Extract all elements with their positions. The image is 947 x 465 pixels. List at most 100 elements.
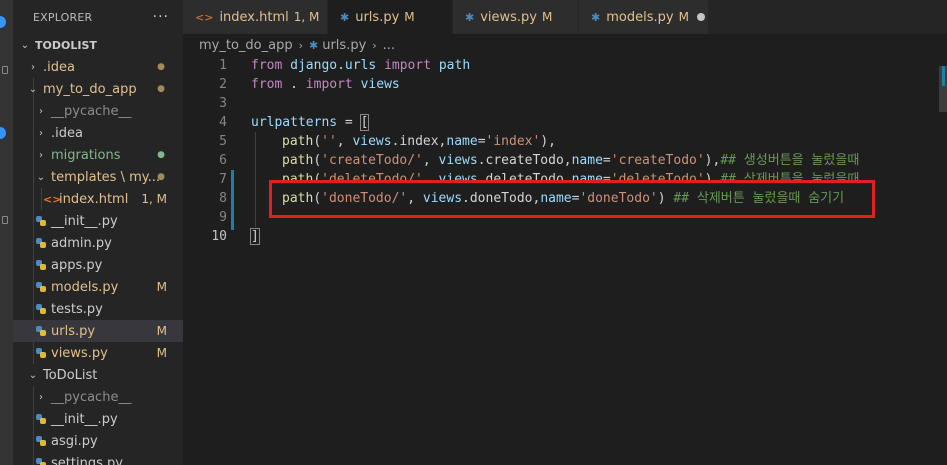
chevron-down-icon: ⌄: [36, 171, 46, 183]
tab-modified-badge: M: [678, 10, 689, 24]
sidebar-item[interactable]: › .idea: [13, 122, 183, 144]
tab-modified-badge: M: [542, 10, 553, 24]
sidebar-item[interactable]: › __pycache__: [13, 100, 183, 122]
breadcrumb-file[interactable]: urls.py: [322, 38, 366, 53]
explorer-title: EXPLORER: [33, 10, 93, 24]
sidebar-item-label: asgi.py: [51, 433, 98, 449]
chevron-right-icon: ›: [372, 38, 377, 52]
html-icon: <>: [195, 10, 214, 24]
project-name: TODOLIST: [35, 38, 97, 52]
sidebar-item[interactable]: ⌄ templates \ my... ●: [13, 166, 183, 188]
sidebar-item-label: __pycache__: [51, 389, 132, 405]
sidebar-item[interactable]: tests.py: [13, 298, 183, 320]
sidebar-item-label: .idea: [43, 59, 75, 75]
python-icon: [35, 435, 47, 447]
sidebar-item[interactable]: ⌄ ToDoList: [13, 364, 183, 386]
sidebar-item[interactable]: asgi.py: [13, 430, 183, 452]
sidebar-item-label: index.html: [59, 191, 129, 207]
sidebar-item[interactable]: apps.py: [13, 254, 183, 276]
python-icon: [35, 237, 47, 249]
sidebar-item[interactable]: › __pycache__: [13, 386, 183, 408]
tab-views-py[interactable]: ✱ views.py M: [453, 0, 579, 34]
sidebar-item-label: __pycache__: [51, 103, 132, 119]
sidebar-item[interactable]: ⌄ my_to_do_app ●: [13, 78, 183, 100]
chevron-down-icon: ⌄: [20, 39, 30, 51]
tab-label: views.py: [480, 9, 538, 25]
editor-tabs: <> index.html 1, M ✱ urls.py M ✱ views.p…: [183, 0, 947, 34]
chevron-right-icon: ›: [39, 149, 43, 161]
git-status-badge: M: [156, 346, 167, 360]
indent-guide: [255, 132, 256, 227]
code-line-2: from . import views: [251, 77, 400, 92]
tab-label: index.html: [219, 9, 289, 25]
line-number: 3: [219, 96, 227, 111]
sidebar-item[interactable]: › .idea ●: [13, 56, 183, 78]
code-line-6: path('createTodo/', views.createTodo,nam…: [282, 153, 860, 168]
more-actions-icon[interactable]: ···: [153, 9, 169, 25]
modified-gutter-marker: [231, 170, 234, 230]
python-icon: [35, 259, 47, 271]
code-editor[interactable]: 1 2 3 4 5 6 7 8 9 10 from django.urls import path…: [183, 56, 947, 465]
extensions-icon[interactable]: [2, 216, 8, 224]
sidebar-item[interactable]: settings.py: [13, 452, 183, 465]
git-status-badge: ●: [157, 62, 165, 72]
line-number: 5: [219, 134, 227, 149]
code-line-10: ]: [250, 228, 260, 245]
sidebar-item-label: urls.py: [51, 323, 96, 339]
sidebar-item[interactable]: <> index.html 1, M: [13, 188, 183, 210]
chevron-right-icon: ›: [39, 105, 43, 117]
python-icon: [35, 325, 47, 337]
tab-models-py[interactable]: ✱ models.py M: [579, 0, 709, 34]
git-status-badge: M: [156, 324, 167, 338]
breadcrumb-more[interactable]: ...: [383, 38, 395, 53]
sidebar-item-label: tests.py: [51, 301, 103, 317]
sidebar-item[interactable]: views.py M: [13, 342, 183, 364]
python-icon: ✱: [309, 38, 319, 52]
code-line-5: path('', views.index,name='index'),: [282, 134, 556, 149]
sidebar-item-label: ToDoList: [43, 367, 98, 383]
line-number: 4: [219, 115, 227, 130]
unsaved-dot-icon[interactable]: [696, 13, 705, 21]
tab-urls-py[interactable]: ✱ urls.py M: [328, 0, 453, 34]
chevron-right-icon: ›: [298, 38, 303, 52]
git-status-badge: ●: [157, 150, 165, 160]
notification-dot: [0, 127, 6, 139]
tab-modified-badge: M: [404, 10, 415, 24]
sidebar-item-label: my_to_do_app: [43, 81, 137, 97]
sidebar-item-label: __init__.py: [51, 411, 118, 427]
python-icon: [35, 281, 47, 293]
sidebar-item-label: templates \ my...: [51, 169, 161, 185]
sidebar-item[interactable]: __init__.py: [13, 408, 183, 430]
sidebar-item[interactable]: __init__.py: [13, 210, 183, 232]
sidebar-item[interactable]: admin.py: [13, 232, 183, 254]
sidebar-item[interactable]: urls.py M: [13, 320, 183, 342]
git-status-badge: ●: [157, 84, 165, 94]
sidebar-item[interactable]: › migrations ●: [13, 144, 183, 166]
project-root[interactable]: ⌄ TODOLIST: [13, 34, 183, 56]
activity-bar: [0, 0, 13, 465]
git-status-badge: M: [156, 280, 167, 294]
html-icon: <>: [43, 192, 62, 206]
breadcrumb-folder[interactable]: my_to_do_app: [199, 38, 293, 53]
tab-label: models.py: [606, 9, 674, 25]
line-number: 6: [219, 153, 227, 168]
sidebar-item-label: models.py: [51, 279, 119, 295]
chevron-down-icon: ⌄: [28, 83, 38, 95]
sidebar-item[interactable]: models.py M: [13, 276, 183, 298]
line-number: 8: [219, 191, 227, 206]
explorer-sidebar: EXPLORER ··· ⌄ TODOLIST › .idea ● ⌄ my_to_do…: [13, 0, 183, 465]
chevron-right-icon: ›: [39, 127, 43, 139]
breadcrumb: my_to_do_app › ✱ urls.py › ...: [183, 34, 947, 56]
sidebar-item-label: settings.py: [51, 455, 123, 465]
line-number: 10: [211, 229, 227, 244]
chevron-right-icon: ›: [39, 391, 43, 403]
git-status-badge: 1, M: [141, 192, 167, 206]
line-number: 7: [219, 172, 227, 187]
scrollbar-change-marker: [942, 66, 945, 86]
python-icon: [35, 215, 47, 227]
line-number: 9: [219, 210, 227, 225]
line-number: 1: [219, 58, 227, 73]
search-icon[interactable]: [2, 66, 8, 74]
chevron-down-icon: ⌄: [28, 369, 38, 381]
tab-index-html[interactable]: <> index.html 1, M: [183, 0, 328, 34]
